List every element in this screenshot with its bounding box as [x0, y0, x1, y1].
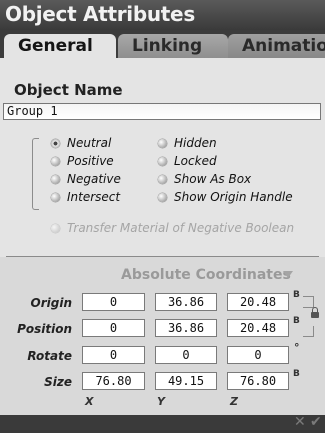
radio-label: Neutral: [67, 136, 112, 150]
axis-z-label: Z: [230, 395, 238, 408]
option-label: Show Origin Handle: [174, 190, 293, 204]
title-bar: Object Attributes: [0, 0, 325, 30]
object-name-input[interactable]: Group 1: [3, 103, 321, 120]
rotate-z-input[interactable]: 0: [227, 346, 289, 364]
origin-x-input[interactable]: 0: [82, 293, 145, 311]
size-y-input[interactable]: 49.15: [155, 372, 217, 390]
radio-selected-icon: [51, 138, 60, 148]
link-bracket-bottom: [303, 326, 314, 337]
general-panel: Object Name Group 1 Neutral Positive Neg…: [0, 58, 325, 415]
boolean-group-bracket: [32, 138, 39, 210]
footer-bar: ✕ ✔: [0, 414, 325, 433]
radio-positive[interactable]: Positive: [51, 154, 114, 168]
position-z-input[interactable]: 20.48: [227, 319, 289, 337]
position-x-input[interactable]: 0: [82, 319, 145, 337]
radio-label: Intersect: [67, 190, 121, 204]
option-icon: [158, 156, 167, 166]
position-unit: B: [293, 316, 300, 326]
origin-label: Origin: [30, 296, 72, 310]
tab-linking[interactable]: Linking: [118, 34, 228, 58]
radio-icon: [51, 174, 60, 184]
position-label: Position: [17, 322, 72, 336]
radio-label: Negative: [67, 172, 121, 186]
option-icon: [158, 192, 167, 202]
origin-z-input[interactable]: 20.48: [227, 293, 289, 311]
option-label: Transfer Material of Negative Boolean: [67, 221, 295, 235]
link-bracket-top: [303, 296, 314, 308]
option-hidden[interactable]: Hidden: [158, 136, 217, 150]
radio-icon: [51, 156, 60, 166]
option-icon: [158, 174, 167, 184]
object-name-label: Object Name: [14, 81, 123, 99]
rotate-unit: °: [294, 341, 300, 354]
tab-bar: General Linking Animation: [0, 30, 325, 58]
option-locked[interactable]: Locked: [158, 154, 217, 168]
size-x-input[interactable]: 76.80: [82, 372, 145, 390]
axis-x-label: X: [85, 395, 94, 408]
option-icon: [51, 223, 60, 233]
option-icon: [158, 138, 167, 148]
radio-neutral[interactable]: Neutral: [51, 136, 111, 150]
origin-y-input[interactable]: 36.86: [155, 293, 217, 311]
radio-intersect[interactable]: Intersect: [51, 190, 120, 204]
size-label: Size: [44, 375, 72, 389]
option-show-origin-handle[interactable]: Show Origin Handle: [158, 190, 293, 204]
rotate-x-input[interactable]: 0: [82, 346, 145, 364]
position-y-input[interactable]: 36.86: [155, 319, 217, 337]
option-label: Show As Box: [174, 172, 252, 186]
size-unit: B: [293, 369, 300, 379]
option-transfer-material[interactable]: Transfer Material of Negative Boolean: [51, 221, 294, 235]
tab-animation[interactable]: Animation: [228, 34, 325, 58]
window-title: Object Attributes: [5, 2, 195, 26]
radio-negative[interactable]: Negative: [51, 172, 121, 186]
rotate-y-input[interactable]: 0: [155, 346, 217, 364]
coordinates-section: Absolute Coordinates Origin 0 36.86 20.4…: [0, 257, 325, 415]
tab-general[interactable]: General: [4, 34, 116, 58]
lock-icon[interactable]: [311, 307, 319, 318]
axis-y-label: Y: [157, 395, 165, 408]
radio-icon: [51, 192, 60, 202]
cancel-icon[interactable]: ✕: [294, 414, 306, 430]
origin-unit: B: [293, 290, 300, 300]
ok-check-icon[interactable]: ✔: [310, 414, 322, 430]
size-z-input[interactable]: 76.80: [227, 372, 289, 390]
radio-label: Positive: [67, 154, 114, 168]
coordinates-title[interactable]: Absolute Coordinates: [121, 267, 291, 283]
rotate-label: Rotate: [27, 349, 72, 363]
dropdown-arrow-icon[interactable]: [283, 271, 293, 278]
option-label: Locked: [174, 154, 217, 168]
option-show-as-box[interactable]: Show As Box: [158, 172, 251, 186]
option-label: Hidden: [174, 136, 217, 150]
